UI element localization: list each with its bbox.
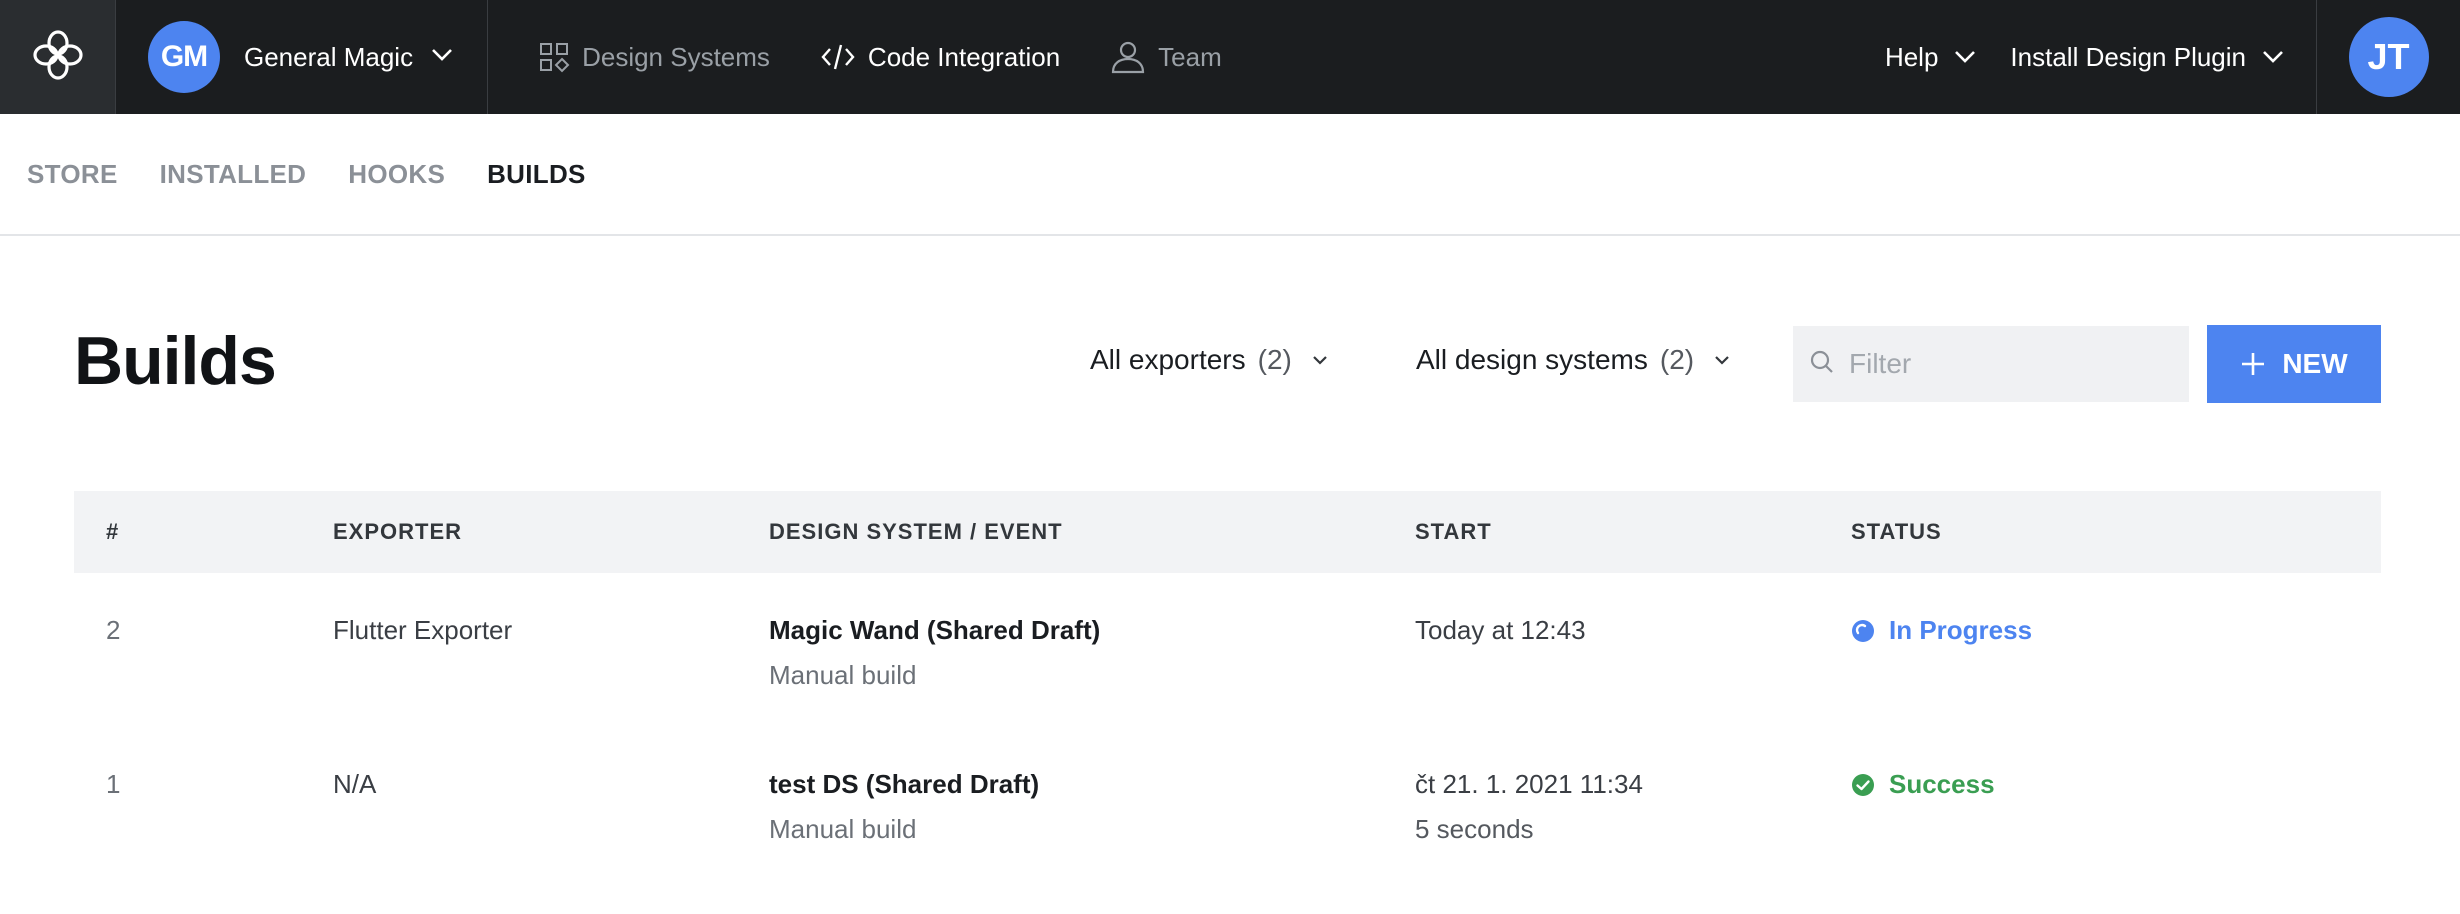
- nav-design-systems[interactable]: Design Systems: [538, 41, 770, 73]
- workspace-name: General Magic: [244, 41, 414, 72]
- start-cell: čt 21. 1. 2021 11:34 5 seconds: [1415, 769, 1643, 845]
- nav-label: Code Integration: [867, 41, 1061, 72]
- success-check-icon: [1851, 773, 1875, 797]
- table-header: # EXPORTER DESIGN SYSTEM / EVENT START S…: [74, 491, 2381, 573]
- workspace-switcher[interactable]: GM General Magic: [116, 0, 489, 114]
- main-nav: Design Systems Code Integration Team: [488, 0, 1272, 114]
- status-badge: Success: [1851, 769, 1995, 800]
- event-type: Manual build: [769, 814, 917, 844]
- install-plugin-label: Install Design Plugin: [2010, 41, 2246, 72]
- nav-label: Design Systems: [582, 41, 770, 72]
- install-plugin-dropdown[interactable]: Install Design Plugin: [2010, 0, 2284, 114]
- top-bar: GM General Magic Design Systems Code Int…: [0, 0, 2460, 114]
- column-header-exporter: EXPORTER: [333, 519, 463, 544]
- table-row[interactable]: 1 N/A test DS (Shared Draft) Manual buil…: [74, 727, 2381, 881]
- column-header-design-system: DESIGN SYSTEM / EVENT: [769, 519, 1063, 544]
- exporter-name: N/A: [333, 769, 377, 799]
- filter-count: (2): [1257, 344, 1292, 375]
- tab-builds[interactable]: BUILDS: [487, 159, 586, 190]
- filter-label: All exporters: [1090, 344, 1246, 375]
- build-number: 2: [106, 615, 121, 645]
- workspace-avatar: GM: [148, 21, 220, 93]
- chevron-down-icon: [431, 48, 453, 67]
- chevron-down-icon: [2262, 50, 2284, 64]
- chevron-down-icon: [1312, 355, 1328, 365]
- filter-count: (2): [1659, 344, 1695, 375]
- search-icon: [1809, 349, 1835, 380]
- start-cell: Today at 12:43: [1415, 615, 1586, 646]
- page-title: Builds: [74, 323, 277, 399]
- status-badge: In Progress: [1851, 615, 2032, 646]
- chevron-down-icon: [1954, 50, 1976, 64]
- sub-tabs: STORE INSTALLED HOOKS BUILDS: [0, 114, 2460, 236]
- help-dropdown[interactable]: Help: [1885, 0, 1976, 114]
- top-right-actions: Help Install Design Plugin JT: [1885, 0, 2460, 114]
- exporter-filter-dropdown[interactable]: All exporters (2): [1090, 344, 1328, 376]
- table-row[interactable]: 2 Flutter Exporter Magic Wand (Shared Dr…: [74, 573, 2381, 727]
- tab-installed[interactable]: INSTALLED: [160, 159, 307, 190]
- start-time: Today at 12:43: [1415, 615, 1586, 645]
- column-header-number: #: [106, 519, 120, 544]
- plus-icon: [2240, 351, 2266, 377]
- status-label: In Progress: [1889, 615, 2033, 645]
- filter-input[interactable]: [1849, 348, 2169, 380]
- column-header-start: START: [1415, 519, 1492, 544]
- builds-table: # EXPORTER DESIGN SYSTEM / EVENT START S…: [74, 491, 2381, 881]
- nav-code-integration[interactable]: Code Integration: [820, 42, 1060, 73]
- build-number: 1: [106, 769, 121, 799]
- chevron-down-icon: [1714, 355, 1730, 365]
- filter-label: All design systems: [1416, 344, 1648, 375]
- nav-team[interactable]: Team: [1110, 40, 1222, 74]
- nav-label: Team: [1158, 41, 1222, 72]
- progress-spinner-icon: [1851, 619, 1875, 643]
- build-duration: 5 seconds: [1415, 814, 1534, 844]
- flower-logo-icon: [30, 27, 86, 88]
- design-system-name: test DS (Shared Draft): [769, 769, 1040, 799]
- grid-shapes-icon: [538, 41, 570, 73]
- code-icon: [820, 42, 856, 72]
- person-icon: [1110, 40, 1146, 74]
- new-button-label: NEW: [2282, 348, 2348, 379]
- new-build-button[interactable]: NEW: [2207, 325, 2381, 403]
- status-label: Success: [1889, 769, 1995, 799]
- design-system-cell: Magic Wand (Shared Draft) Manual build: [769, 615, 1100, 691]
- tab-hooks[interactable]: HOOKS: [348, 159, 445, 190]
- tab-store[interactable]: STORE: [27, 159, 118, 190]
- app-logo[interactable]: [0, 0, 116, 114]
- design-system-filter-dropdown[interactable]: All design systems (2): [1416, 344, 1730, 376]
- start-time: čt 21. 1. 2021 11:34: [1415, 769, 1643, 799]
- design-system-name: Magic Wand (Shared Draft): [769, 615, 1101, 645]
- user-menu-cell: JT: [2316, 0, 2460, 114]
- exporter-name: Flutter Exporter: [333, 615, 513, 645]
- filter-search-box: [1793, 326, 2189, 402]
- help-label: Help: [1884, 41, 1939, 72]
- event-type: Manual build: [769, 660, 917, 690]
- design-system-cell: test DS (Shared Draft) Manual build: [769, 769, 1039, 845]
- user-avatar[interactable]: JT: [2348, 17, 2429, 97]
- column-header-status: STATUS: [1851, 519, 1942, 544]
